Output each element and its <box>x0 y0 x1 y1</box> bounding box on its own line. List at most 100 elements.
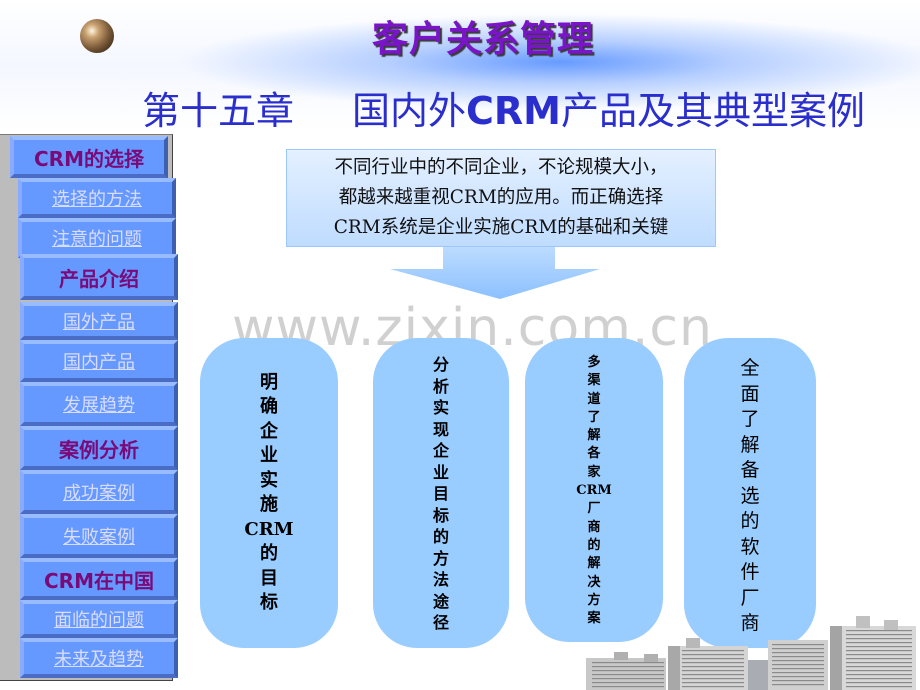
card-char: 决 <box>587 574 601 590</box>
card-char: 标 <box>260 592 278 613</box>
sidebar-item-link[interactable]: 发展趋势 <box>20 382 178 426</box>
sidebar-item-link[interactable]: 选择的方法 <box>18 178 176 218</box>
building-window-row <box>772 672 824 674</box>
card-char: 道 <box>587 391 601 407</box>
down-arrow-icon <box>390 247 600 299</box>
card-char: 解 <box>740 433 760 456</box>
sidebar-item-label: 成功案例 <box>63 483 135 504</box>
building-window-row <box>846 646 912 648</box>
card-char: 解 <box>587 556 601 572</box>
sidebar-item-link[interactable]: 国内产品 <box>20 340 178 382</box>
chapter-title-pre: 国内外 <box>352 89 467 133</box>
card-char: 的 <box>260 543 278 564</box>
card-char: 厂 <box>587 501 601 517</box>
sidebar-item-section[interactable]: 产品介绍 <box>20 254 178 300</box>
card-char: 标 <box>432 505 449 525</box>
building-window-row <box>682 674 744 676</box>
card-char: 企 <box>260 420 278 442</box>
building-window-row <box>846 650 912 652</box>
building-window-row <box>682 678 744 680</box>
card-char: 业 <box>432 462 449 482</box>
sidebar-item-label: 国外产品 <box>63 312 135 333</box>
card-char: 实 <box>432 398 449 417</box>
main-title: 客户关系管理 <box>372 19 595 60</box>
building-window-row <box>772 668 824 670</box>
card-char: 施 <box>260 494 278 515</box>
intro-line: CRM系统是企业实施CRM的基础和关键 <box>333 217 669 238</box>
building-window-row <box>772 648 824 650</box>
sidebar-item-label: 失败案例 <box>63 527 135 548</box>
card-char: 软 <box>740 535 760 558</box>
building-window-row <box>682 658 744 660</box>
building-window-row <box>772 660 824 662</box>
building-window-row <box>592 678 664 680</box>
card-char: 分 <box>432 355 449 374</box>
card-vendor-solutions: 多渠道了解各家 CRM 厂商的解决方案 <box>525 338 663 642</box>
chapter-title-crm: CRM <box>466 89 561 133</box>
building-window-row <box>772 652 824 654</box>
building-window-row <box>846 678 912 680</box>
building-window-row <box>772 664 824 666</box>
sidebar-item-link[interactable]: 面临的问题 <box>20 600 178 638</box>
card-char: 备 <box>740 459 760 481</box>
card-char: 明 <box>260 371 278 393</box>
card-char: 确 <box>260 396 278 417</box>
sidebar-item-label: 注意的问题 <box>52 229 142 250</box>
sidebar-item-link[interactable]: 失败案例 <box>20 514 178 558</box>
sidebar-item-label: CRM的选择 <box>34 146 144 171</box>
sidebar-item-link[interactable]: 国外产品 <box>20 302 178 340</box>
chapter-title-post: 产品及其典型案例 <box>561 89 866 133</box>
card-char: 方 <box>432 548 449 568</box>
sidebar-item-link[interactable]: 未来及趋势 <box>20 638 178 678</box>
card-char: 多 <box>587 355 601 370</box>
card-char: 了 <box>587 409 601 425</box>
card-char: 解 <box>587 428 601 444</box>
card-char: 面 <box>740 382 760 405</box>
card-char: 的 <box>587 537 601 553</box>
sidebar-item-label: 国内产品 <box>63 352 135 373</box>
building-window-row <box>682 654 744 656</box>
building-window-row <box>592 670 664 672</box>
buildings-illustration <box>586 616 916 690</box>
building-window-row <box>846 670 912 672</box>
card-char: CRM <box>244 518 294 540</box>
bronze-sphere-icon <box>80 19 114 53</box>
card-char: 全 <box>740 357 760 379</box>
card-char: 了 <box>740 408 760 430</box>
card-char: 商 <box>587 519 601 535</box>
building-window-row <box>846 654 912 656</box>
building-window-row <box>592 666 664 668</box>
building-window-row <box>772 676 824 678</box>
building-window-row <box>772 656 824 658</box>
building-window-row <box>846 666 912 668</box>
card-char: CRM <box>576 483 612 499</box>
sidebar-item-section[interactable]: CRM的选择 <box>10 136 168 178</box>
building-window-row <box>846 674 912 676</box>
card-char: 渠 <box>587 373 601 389</box>
intro-text-box: 不同行业中的不同企业，不论规模大小， 都越来越重视CRM的应用。而正确选择 CR… <box>286 149 716 247</box>
building-window-row <box>846 662 912 664</box>
chapter-heading: 第十五章 国内外CRM产品及其典型案例 <box>142 80 865 135</box>
intro-line: 不同行业中的不同企业，不论规模大小， <box>334 157 668 178</box>
card-char: 业 <box>260 445 278 466</box>
sidebar-item-link[interactable]: 注意的问题 <box>18 218 176 258</box>
building-window-row <box>682 686 744 688</box>
card-char: 件 <box>740 561 760 583</box>
card-goal: 明确企业实施 CRM 的目标 <box>200 338 338 648</box>
chapter-number: 第十五章 <box>142 89 295 133</box>
sidebar-item-label: 选择的方法 <box>52 189 142 210</box>
building-window-row <box>846 686 912 688</box>
sidebar-item-link[interactable]: 成功案例 <box>20 470 178 514</box>
sidebar-item-label: 未来及趋势 <box>54 649 144 670</box>
card-char: 现 <box>432 419 449 439</box>
building-window-row <box>682 662 744 664</box>
building-window-row <box>592 662 664 664</box>
card-char: 径 <box>432 613 449 632</box>
sidebar-item-label: 面临的问题 <box>54 610 144 631</box>
card-char: 法 <box>432 570 449 589</box>
card-char: 析 <box>432 376 449 396</box>
card-char: 家 <box>587 464 601 480</box>
sidebar-item-section[interactable]: CRM在中国 <box>20 558 178 600</box>
sidebar-item-section[interactable]: 案例分析 <box>20 426 178 470</box>
building-window-row <box>682 670 744 672</box>
